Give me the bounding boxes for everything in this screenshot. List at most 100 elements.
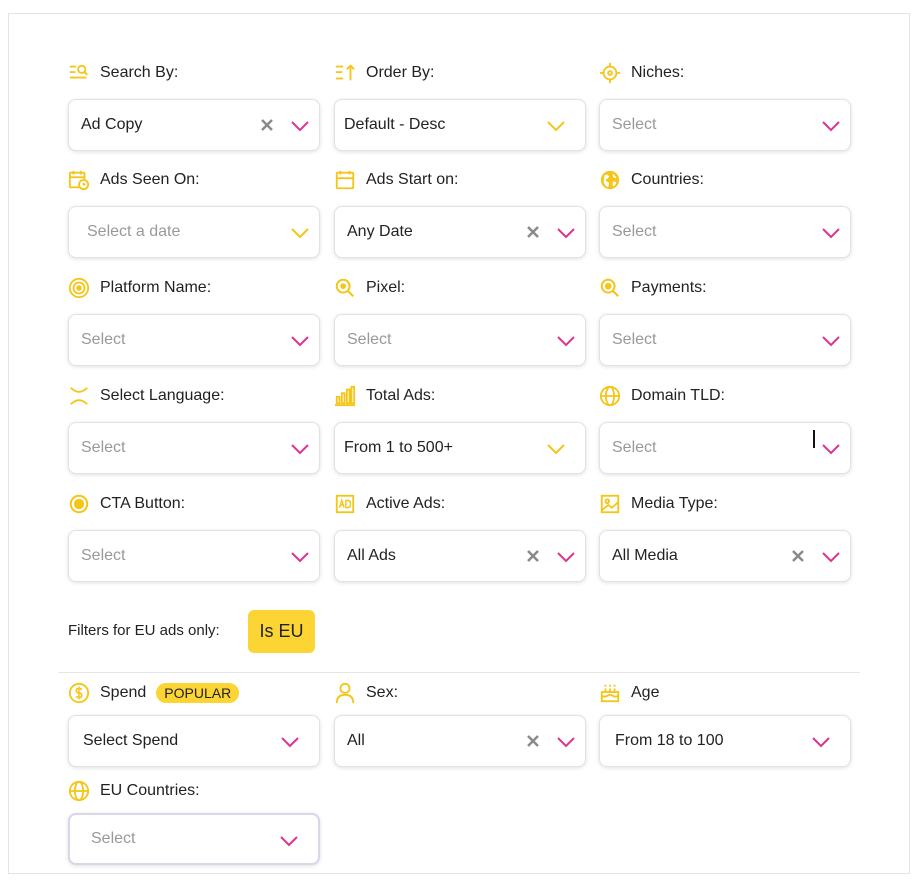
total-ads-label: Total Ads: bbox=[366, 387, 436, 404]
cta-button-placeholder: Select bbox=[81, 547, 126, 564]
text-cursor bbox=[813, 430, 815, 448]
language-icon bbox=[68, 385, 90, 407]
domain-tld-label: Domain TLD: bbox=[631, 387, 725, 404]
target-icon bbox=[68, 277, 90, 299]
countries-select[interactable]: Select bbox=[599, 206, 851, 258]
chevron-down-icon[interactable] bbox=[555, 330, 577, 352]
chevron-down-icon[interactable] bbox=[545, 438, 567, 460]
sex-select[interactable]: All bbox=[334, 715, 586, 767]
spend-value: Select Spend bbox=[83, 732, 179, 749]
ads-seen-on-select[interactable]: Select a date bbox=[68, 206, 320, 258]
bar-chart-icon bbox=[334, 385, 356, 407]
ad-icon bbox=[334, 493, 356, 515]
cta-button-select[interactable]: Select bbox=[68, 530, 320, 582]
chevron-down-icon[interactable] bbox=[555, 222, 577, 244]
platform-name-select[interactable]: Select bbox=[68, 314, 320, 366]
select-language-placeholder: Select bbox=[81, 439, 126, 456]
chevron-down-icon[interactable] bbox=[820, 330, 842, 352]
media-type-value: All Media bbox=[612, 547, 678, 564]
chevron-down-icon[interactable] bbox=[820, 438, 842, 460]
active-ads-value: All Ads bbox=[347, 547, 396, 564]
ads-start-on-label: Ads Start on: bbox=[366, 171, 459, 188]
sort-icon bbox=[334, 62, 356, 84]
globe-icon bbox=[599, 385, 621, 407]
spend-select[interactable]: Select Spend bbox=[68, 715, 320, 767]
eu-countries-select[interactable]: Select bbox=[68, 813, 320, 865]
clear-icon[interactable] bbox=[525, 733, 541, 749]
sex-label: Sex: bbox=[366, 684, 399, 701]
total-ads-select[interactable]: From 1 to 500+ bbox=[334, 422, 586, 474]
payments-select[interactable]: Select bbox=[599, 314, 851, 366]
total-ads-value: From 1 to 500+ bbox=[344, 439, 453, 456]
search-by-label: Search By: bbox=[100, 64, 179, 81]
calendar-icon bbox=[334, 169, 356, 191]
birthday-cake-icon bbox=[599, 682, 621, 704]
chevron-down-icon[interactable] bbox=[289, 115, 311, 137]
search-by-select[interactable]: Ad Copy bbox=[68, 99, 320, 151]
chevron-down-icon[interactable] bbox=[820, 546, 842, 568]
ads-seen-on-label: Ads Seen On: bbox=[100, 171, 200, 188]
niches-label: Niches: bbox=[631, 64, 685, 81]
age-select[interactable]: From 18 to 100 bbox=[599, 715, 851, 767]
niches-select[interactable]: Select bbox=[599, 99, 851, 151]
chevron-down-icon[interactable] bbox=[555, 731, 577, 753]
dollar-coin-icon bbox=[68, 682, 90, 704]
spend-label: Spend bbox=[100, 684, 147, 701]
active-ads-select[interactable]: All Ads bbox=[334, 530, 586, 582]
platform-name-label: Platform Name: bbox=[100, 279, 212, 296]
eu-countries-label: EU Countries: bbox=[100, 782, 200, 799]
pixel-label: Pixel: bbox=[366, 279, 406, 296]
chevron-down-icon[interactable] bbox=[820, 115, 842, 137]
countries-label: Countries: bbox=[631, 171, 704, 188]
ads-start-on-value: Any Date bbox=[347, 223, 413, 240]
section-divider bbox=[58, 672, 860, 673]
search-list-icon bbox=[68, 62, 90, 84]
chevron-down-icon[interactable] bbox=[289, 222, 311, 244]
globe-americas-icon bbox=[599, 169, 621, 191]
crosshair-icon bbox=[599, 62, 621, 84]
countries-placeholder: Select bbox=[612, 223, 657, 240]
clear-icon[interactable] bbox=[259, 117, 275, 133]
chevron-down-icon[interactable] bbox=[279, 731, 301, 753]
sex-value: All bbox=[347, 732, 365, 749]
order-by-value: Default - Desc bbox=[344, 116, 446, 133]
radio-button-icon bbox=[68, 493, 90, 515]
ads-start-on-select[interactable]: Any Date bbox=[334, 206, 586, 258]
search-by-value: Ad Copy bbox=[81, 116, 143, 133]
age-value: From 18 to 100 bbox=[615, 732, 724, 749]
pixel-select[interactable]: Select bbox=[334, 314, 586, 366]
globe-icon bbox=[68, 780, 90, 802]
eu-filters-label: Filters for EU ads only: bbox=[68, 622, 220, 639]
active-ads-label: Active Ads: bbox=[366, 495, 446, 512]
person-icon bbox=[334, 682, 356, 704]
clear-icon[interactable] bbox=[790, 548, 806, 564]
payments-placeholder: Select bbox=[612, 331, 657, 348]
platform-name-placeholder: Select bbox=[81, 331, 126, 348]
chevron-down-icon[interactable] bbox=[289, 330, 311, 352]
select-language-label: Select Language: bbox=[100, 387, 225, 404]
clear-icon[interactable] bbox=[525, 548, 541, 564]
popular-badge: POPULAR bbox=[156, 683, 240, 703]
age-label: Age bbox=[631, 684, 660, 701]
is-eu-button[interactable]: Is EU bbox=[248, 610, 315, 653]
select-language-select[interactable]: Select bbox=[68, 422, 320, 474]
media-type-label: Media Type: bbox=[631, 495, 718, 512]
chevron-down-icon[interactable] bbox=[289, 438, 311, 460]
chevron-down-icon[interactable] bbox=[289, 546, 311, 568]
chevron-down-icon[interactable] bbox=[545, 115, 567, 137]
pixel-placeholder: Select bbox=[347, 331, 392, 348]
chevron-down-icon[interactable] bbox=[555, 546, 577, 568]
eu-countries-placeholder: Select bbox=[91, 830, 136, 847]
ads-seen-on-placeholder: Select a date bbox=[87, 223, 181, 240]
payments-label: Payments: bbox=[631, 279, 707, 296]
niches-placeholder: Select bbox=[612, 116, 657, 133]
chevron-down-icon[interactable] bbox=[820, 222, 842, 244]
image-icon bbox=[599, 493, 621, 515]
pixel-search-icon bbox=[334, 277, 356, 299]
chevron-down-icon[interactable] bbox=[810, 731, 832, 753]
chevron-down-icon[interactable] bbox=[278, 830, 300, 852]
order-by-select[interactable]: Default - Desc bbox=[334, 99, 586, 151]
domain-tld-placeholder: Select bbox=[612, 439, 657, 456]
clear-icon[interactable] bbox=[525, 224, 541, 240]
media-type-select[interactable]: All Media bbox=[599, 530, 851, 582]
